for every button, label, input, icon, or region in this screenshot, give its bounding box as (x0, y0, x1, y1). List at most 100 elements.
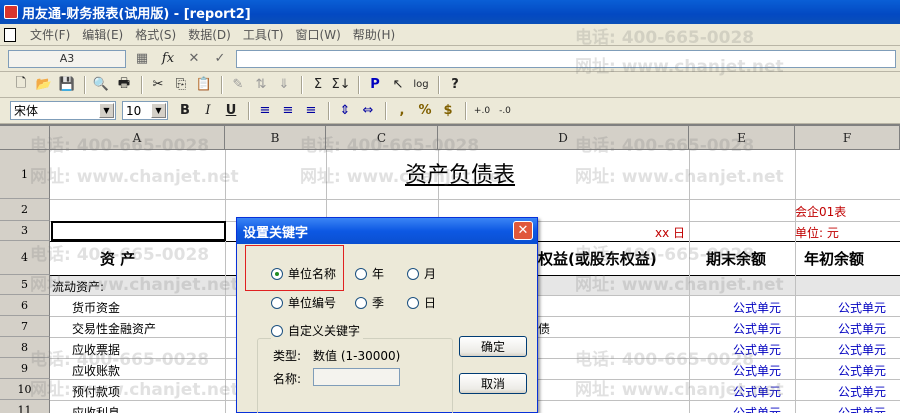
row-header[interactable]: 5 (0, 275, 50, 295)
font-size-select[interactable]: 10 ▼ (122, 101, 168, 120)
p-icon[interactable]: P (364, 75, 386, 95)
column-header-b[interactable]: B (225, 126, 326, 150)
sort-desc-icon[interactable]: ⇓ (273, 75, 295, 95)
underline-icon[interactable]: U (220, 101, 242, 121)
item-notes-receivable[interactable]: 应收票据 (72, 341, 120, 358)
date-day-cell[interactable]: xx 日 (655, 224, 685, 241)
currency-style-icon[interactable]: $ (437, 101, 459, 121)
paste-icon[interactable]: 📋 (193, 75, 215, 95)
confirm-edit-icon[interactable]: ✓ (210, 50, 230, 68)
row-header[interactable]: 11 (0, 400, 50, 413)
horizontal-align-icon[interactable]: ⇔ (357, 101, 379, 121)
radio-month[interactable]: 月 (407, 265, 436, 282)
new-file-icon[interactable]: 🗋 (10, 75, 32, 95)
log-icon[interactable]: log (410, 75, 432, 95)
align-left-icon[interactable]: ≡ (254, 101, 276, 121)
item-prepayments[interactable]: 预付款项 (72, 383, 120, 400)
fx-icon[interactable]: fx (158, 50, 178, 68)
cut-icon[interactable]: ✂ (147, 75, 169, 95)
row-header[interactable]: 6 (0, 295, 50, 316)
item-cash[interactable]: 货币资金 (72, 299, 120, 316)
align-center-icon[interactable]: ≡ (277, 101, 299, 121)
open-folder-icon[interactable]: 📂 (33, 75, 55, 95)
cell-reference-box[interactable]: A3 (8, 49, 126, 68)
formula-cell[interactable]: 公式单元 (733, 320, 781, 337)
function-wizard-icon[interactable]: ▦ (132, 50, 152, 68)
formula-cell[interactable]: 公式单元 (838, 383, 886, 400)
item-trading-assets[interactable]: 交易性金融资产 (72, 320, 156, 337)
menu-file[interactable]: 文件(F) (24, 26, 76, 43)
radio-day[interactable]: 日 (407, 294, 436, 311)
cancel-edit-icon[interactable]: ✕ (184, 50, 204, 68)
print-preview-icon[interactable]: 🔍 (90, 75, 112, 95)
custom-name-input[interactable] (313, 368, 400, 386)
selected-cell-a3[interactable] (51, 221, 226, 241)
formula-cell[interactable]: 公式单元 (733, 383, 781, 400)
formula-input[interactable] (236, 49, 896, 68)
help-icon[interactable]: ? (444, 75, 466, 95)
sum-range-icon[interactable]: Σ↓ (330, 75, 352, 95)
item-interest-receivable[interactable]: 应收利息 (72, 404, 120, 413)
comma-style-icon[interactable]: , (391, 101, 413, 121)
format-painter-icon[interactable]: ✎ (227, 75, 249, 95)
menu-help[interactable]: 帮助(H) (347, 26, 401, 43)
radio-quarter[interactable]: 季 (355, 294, 384, 311)
menu-tools[interactable]: 工具(T) (237, 26, 290, 43)
column-header-c[interactable]: C (326, 126, 438, 150)
ok-button[interactable]: 确定 (459, 336, 527, 357)
italic-icon[interactable]: I (197, 101, 219, 121)
current-assets-label[interactable]: 流动资产: (52, 278, 104, 295)
column-header-e[interactable]: E (689, 126, 795, 150)
row-header[interactable]: 3 (0, 221, 50, 241)
sum-icon[interactable]: Σ (307, 75, 329, 95)
sort-icon[interactable]: ⇅ (250, 75, 272, 95)
radio-unit-name[interactable]: 单位名称 (271, 265, 336, 282)
copy-icon[interactable]: ⎘ (170, 75, 192, 95)
close-icon[interactable]: ✕ (513, 221, 533, 240)
row-header[interactable]: 2 (0, 199, 50, 221)
radio-unit-code[interactable]: 单位编号 (271, 294, 336, 311)
increase-decimal-icon[interactable]: +.0 (471, 101, 493, 121)
align-right-icon[interactable]: ≡ (300, 101, 322, 121)
radio-custom-keyword[interactable]: 自定义关键字 (271, 322, 364, 339)
formula-cell[interactable]: 公式单元 (733, 404, 781, 413)
row-header[interactable]: 4 (0, 241, 50, 275)
row-header[interactable]: 8 (0, 337, 50, 358)
formula-cell[interactable]: 公式单元 (838, 299, 886, 316)
form-code-cell[interactable]: 会企01表 (795, 203, 846, 220)
column-header-a[interactable]: A (50, 126, 225, 150)
column-header-f[interactable]: F (795, 126, 900, 150)
row-header[interactable]: 10 (0, 379, 50, 400)
pointer-icon[interactable]: ↖ (387, 75, 409, 95)
radio-year[interactable]: 年 (355, 265, 384, 282)
print-icon[interactable]: 🖶 (113, 75, 135, 95)
formula-cell[interactable]: 公式单元 (733, 362, 781, 379)
formula-cell[interactable]: 公式单元 (733, 299, 781, 316)
chevron-down-icon[interactable]: ▼ (99, 103, 114, 118)
formula-cell[interactable]: 公式单元 (838, 404, 886, 413)
dialog-title-bar[interactable]: 设置关键字 ✕ (237, 218, 537, 244)
menu-data[interactable]: 数据(D) (182, 26, 237, 43)
formula-cell[interactable]: 公式单元 (733, 341, 781, 358)
formula-cell[interactable]: 公式单元 (838, 362, 886, 379)
row-header[interactable]: 1 (0, 150, 50, 199)
formula-cell[interactable]: 公式单元 (838, 320, 886, 337)
chevron-down-icon[interactable]: ▼ (151, 103, 166, 118)
menu-window[interactable]: 窗口(W) (290, 26, 347, 43)
percent-style-icon[interactable]: % (414, 101, 436, 121)
liability-cell-fragment[interactable]: 债 (538, 320, 550, 337)
select-all-corner[interactable] (0, 126, 50, 150)
cancel-button[interactable]: 取消 (459, 373, 527, 394)
decrease-decimal-icon[interactable]: -.0 (494, 101, 516, 121)
item-accounts-receivable[interactable]: 应收账款 (72, 362, 120, 379)
menu-format[interactable]: 格式(S) (129, 26, 182, 43)
vertical-align-icon[interactable]: ⇕ (334, 101, 356, 121)
unit-cell[interactable]: 单位: 元 (795, 224, 839, 241)
row-header[interactable]: 9 (0, 358, 50, 379)
bold-icon[interactable]: B (174, 101, 196, 121)
save-icon[interactable]: 💾 (56, 75, 78, 95)
formula-cell[interactable]: 公式单元 (838, 341, 886, 358)
font-select[interactable]: 宋体 ▼ (10, 101, 116, 120)
row-header[interactable]: 7 (0, 316, 50, 337)
column-header-d[interactable]: D (438, 126, 689, 150)
